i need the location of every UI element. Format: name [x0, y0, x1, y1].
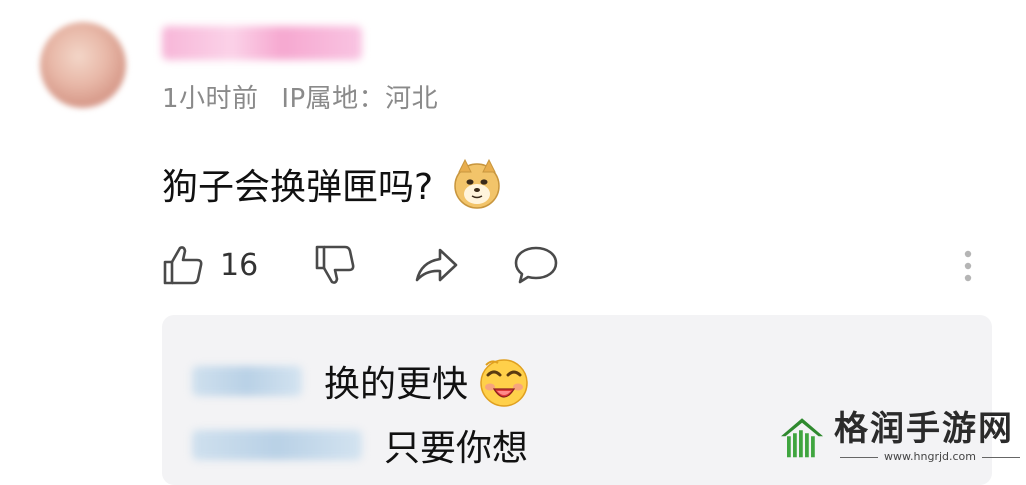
laughing-emoji-icon — [480, 359, 528, 407]
comment-actions: 16 — [160, 238, 1020, 292]
thumbs-up-icon — [163, 246, 203, 285]
sub-reply-username[interactable] — [192, 430, 362, 460]
doge-emoji-icon — [454, 158, 500, 209]
watermark-url: www.hngrjd.com — [834, 449, 1026, 465]
ip-location: IP属地：河北 — [281, 84, 439, 114]
sub-reply-text: 只要你想 — [384, 428, 529, 469]
sub-reply[interactable]: 换的更快 — [192, 353, 532, 409]
watermark-url-text: www.hngrjd.com — [884, 450, 976, 463]
sub-reply[interactable]: 只要你想 — [192, 419, 528, 471]
watermark: 格润手游网 www.hngrjd.com — [778, 400, 1026, 474]
like-button[interactable]: 16 — [160, 238, 258, 292]
more-vertical-icon — [964, 250, 972, 282]
comment-text: 狗子会换弹匣吗? — [162, 167, 434, 208]
watermark-text: 格润手游网 www.hngrjd.com — [834, 409, 1026, 465]
sub-reply-username[interactable] — [192, 366, 302, 396]
comment-content: 狗子会换弹匣吗? — [162, 158, 503, 210]
username[interactable] — [162, 26, 362, 60]
like-count: 16 — [220, 247, 259, 283]
reply-button[interactable] — [512, 238, 560, 292]
share-button[interactable] — [412, 238, 460, 292]
thumbs-down-icon — [315, 245, 355, 284]
more-options-button[interactable] — [956, 238, 980, 292]
dislike-button[interactable] — [312, 238, 358, 292]
watermark-title: 格润手游网 — [834, 409, 1015, 449]
comment-icon — [514, 246, 558, 284]
avatar[interactable] — [40, 22, 126, 108]
house-logo-icon — [781, 418, 824, 458]
comment-time: 1小时前 — [162, 84, 259, 114]
comment-meta: 1小时前 IP属地：河北 — [162, 78, 452, 115]
sub-reply-text: 换的更快 — [324, 364, 469, 405]
share-icon — [415, 248, 458, 282]
